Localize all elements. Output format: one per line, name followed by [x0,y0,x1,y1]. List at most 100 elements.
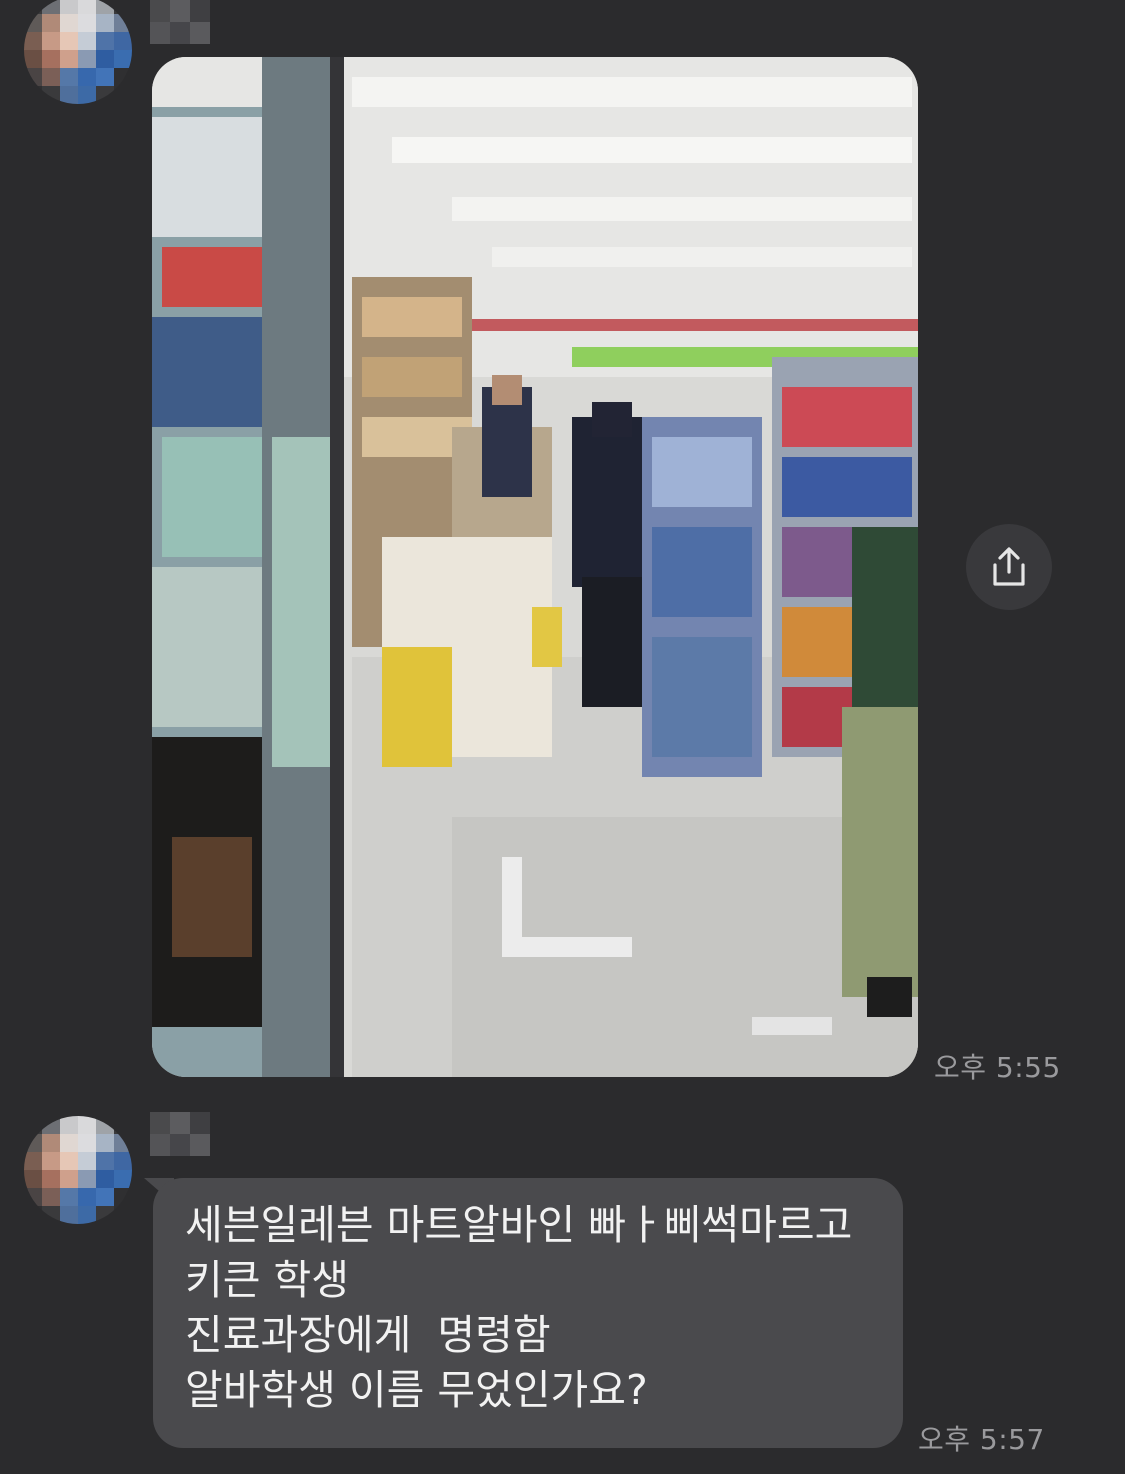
name-pixel [150,0,170,22]
avatar-pixel [60,1134,78,1152]
avatar-pixel [42,50,60,68]
avatar-pixel [24,1206,42,1224]
avatar-pixel [24,0,42,14]
name-pixel [190,1134,210,1156]
avatar-pixel [60,50,78,68]
message-text: 세븐일레븐 마트알바인 빠ㅏ삐썩마르고 키큰 학생 진료과장에게 명령함 알바학… [0,1100,1125,1474]
avatar-pixel [114,1188,132,1206]
sender-name [150,1112,210,1156]
avatar-pixel [96,0,114,14]
share-icon [993,547,1025,586]
avatar-pixel [60,1116,78,1134]
avatar-pixel [78,32,96,50]
avatar-pixel [24,50,42,68]
name-pixel [170,1112,190,1134]
avatar-pixel [42,1134,60,1152]
avatar-pixel [42,1116,60,1134]
avatar-pixel [24,1188,42,1206]
share-button[interactable] [966,524,1052,610]
avatar-pixel [96,1206,114,1224]
avatar-pixel [96,14,114,32]
avatar-pixel [78,0,96,14]
message-line: 알바학생 이름 무었인가요? [185,1366,648,1414]
avatar-pixel [24,32,42,50]
avatar-pixel [42,1170,60,1188]
name-pixel [170,22,190,44]
name-pixel [150,22,170,44]
message-line: 세븐일레븐 마트알바인 빠ㅏ삐썩마르고 [185,1201,853,1249]
avatar-pixel [78,1206,96,1224]
avatar-pixel [60,86,78,104]
avatar-pixel [42,32,60,50]
avatar-pixel [114,50,132,68]
avatar-pixel [24,1116,42,1134]
store-photo [152,57,918,1077]
avatar-pixel [96,1188,114,1206]
name-pixel [150,1112,170,1134]
message-timestamp: 오후 5:57 [918,1423,1045,1456]
avatar-pixel [60,1170,78,1188]
avatar-pixel [78,14,96,32]
avatar-pixel [114,86,132,104]
avatar-pixel [114,32,132,50]
avatar-pixel [96,1170,114,1188]
avatar-pixel [96,1116,114,1134]
avatar-pixel [114,0,132,14]
avatar-pixel [78,1116,96,1134]
avatar-pixel [78,50,96,68]
message-line: 키큰 학생 [185,1256,349,1304]
avatar-pixel [42,1152,60,1170]
avatar-pixel [78,1134,96,1152]
avatar-pixel [96,86,114,104]
name-pixel [170,0,190,22]
avatar-pixel [42,1206,60,1224]
name-pixel [190,22,210,44]
avatar-pixel [24,14,42,32]
avatar-pixel [114,68,132,86]
avatar[interactable] [24,1116,132,1224]
message-timestamp: 오후 5:55 [934,1051,1061,1084]
avatar-pixel [114,1152,132,1170]
avatar-pixel [96,50,114,68]
message-photo: 오후 5:55 [0,0,1125,1090]
avatar-pixel [96,1134,114,1152]
photo-attachment[interactable] [152,57,918,1077]
sender-name [150,0,210,44]
name-pixel [150,1134,170,1156]
avatar-pixel [42,86,60,104]
avatar-pixel [60,68,78,86]
avatar-pixel [114,1134,132,1152]
avatar-pixel [114,1116,132,1134]
name-pixel [170,1134,190,1156]
avatar-pixel [96,32,114,50]
message-line: 진료과장에게 명령함 [185,1311,551,1359]
name-pixel [190,0,210,22]
avatar-pixel [42,1188,60,1206]
avatar-pixel [60,14,78,32]
avatar-pixel [42,0,60,14]
avatar-pixel [114,1206,132,1224]
avatar-pixel [24,1170,42,1188]
avatar-pixel [60,1206,78,1224]
avatar-pixel [42,14,60,32]
avatar-pixel [60,32,78,50]
avatar-pixel [60,1188,78,1206]
avatar-pixel [24,86,42,104]
avatar-pixel [24,1152,42,1170]
name-pixel [190,1112,210,1134]
avatar-pixel [96,68,114,86]
avatar-pixel [96,1152,114,1170]
avatar-pixel [114,1170,132,1188]
avatar-pixel [78,1152,96,1170]
avatar-pixel [78,1188,96,1206]
avatar-pixel [60,0,78,14]
avatar[interactable] [24,0,132,104]
message-bubble[interactable]: 세븐일레븐 마트알바인 빠ㅏ삐썩마르고 키큰 학생 진료과장에게 명령함 알바학… [153,1178,903,1448]
avatar-pixel [42,68,60,86]
avatar-pixel [114,14,132,32]
avatar-pixel [24,68,42,86]
avatar-pixel [78,1170,96,1188]
avatar-pixel [78,86,96,104]
avatar-pixel [60,1152,78,1170]
avatar-pixel [78,68,96,86]
